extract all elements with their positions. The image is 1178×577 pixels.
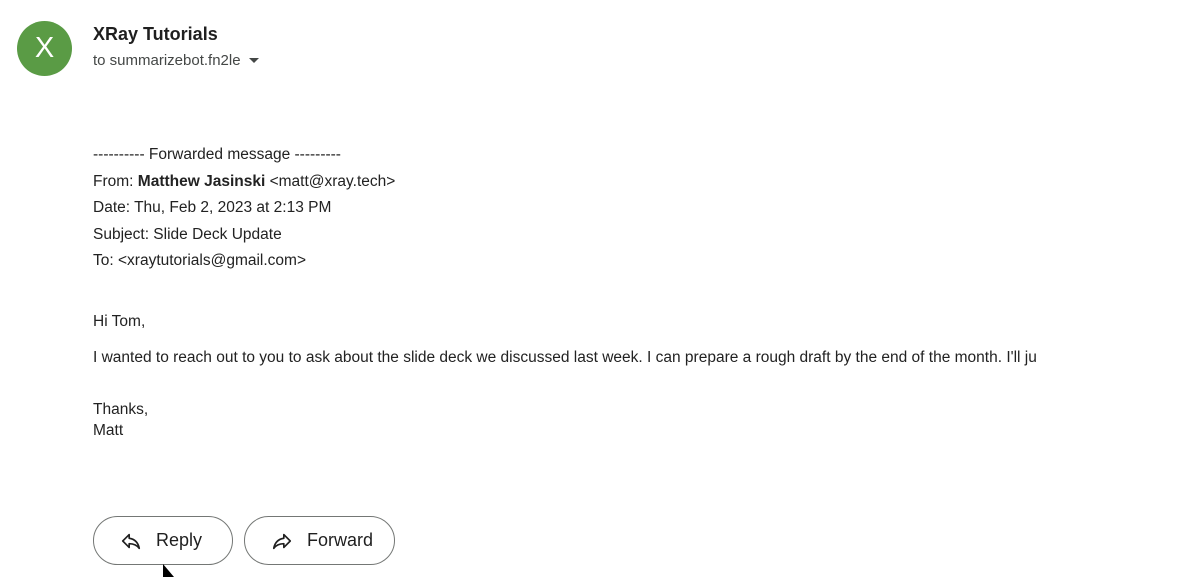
forward-header: ---------- Forwarded message --------- bbox=[93, 146, 341, 163]
avatar-letter: X bbox=[34, 32, 55, 64]
from-line: From: Matthew Jasinski <matt@xray.tech> bbox=[93, 169, 1178, 196]
forward-label: Forward bbox=[307, 530, 374, 550]
forward-arrow-icon bbox=[271, 530, 293, 552]
caret-down-icon[interactable] bbox=[248, 58, 259, 63]
signature: Matt bbox=[93, 421, 124, 439]
reply-button[interactable]: Reply bbox=[93, 516, 233, 565]
subject-line: Subject: Slide Deck Update bbox=[93, 225, 282, 243]
email-view: X XRay Tutorials to summarizebot.fn2le -… bbox=[0, 0, 1178, 577]
reply-label: Reply bbox=[156, 530, 203, 550]
body-paragraph: I wanted to reach out to you to ask abou… bbox=[93, 349, 1037, 366]
message-body: ---------- Forwarded message --------- F… bbox=[93, 142, 1178, 441]
forward-button[interactable]: Forward bbox=[244, 516, 395, 565]
message-actions: Reply Forward bbox=[93, 516, 395, 565]
signoff: Thanks, bbox=[93, 400, 149, 418]
from-label: From: bbox=[93, 172, 138, 190]
mouse-cursor-icon bbox=[162, 564, 176, 577]
recipient-details[interactable]: to summarizebot.fn2le bbox=[93, 52, 259, 69]
greeting: Hi Tom, bbox=[93, 312, 146, 330]
sender-name[interactable]: XRay Tutorials bbox=[93, 24, 218, 45]
sender-avatar[interactable]: X bbox=[17, 21, 72, 76]
date-line: Date: Thu, Feb 2, 2023 at 2:13 PM bbox=[93, 199, 332, 216]
from-email: <matt@xray.tech> bbox=[265, 172, 396, 190]
from-name: Matthew Jasinski bbox=[137, 172, 266, 190]
reply-arrow-icon bbox=[120, 530, 142, 552]
recipient-text: to summarizebot.fn2le bbox=[93, 52, 241, 69]
to-line: To: <xraytutorials@gmail.com> bbox=[93, 252, 307, 269]
